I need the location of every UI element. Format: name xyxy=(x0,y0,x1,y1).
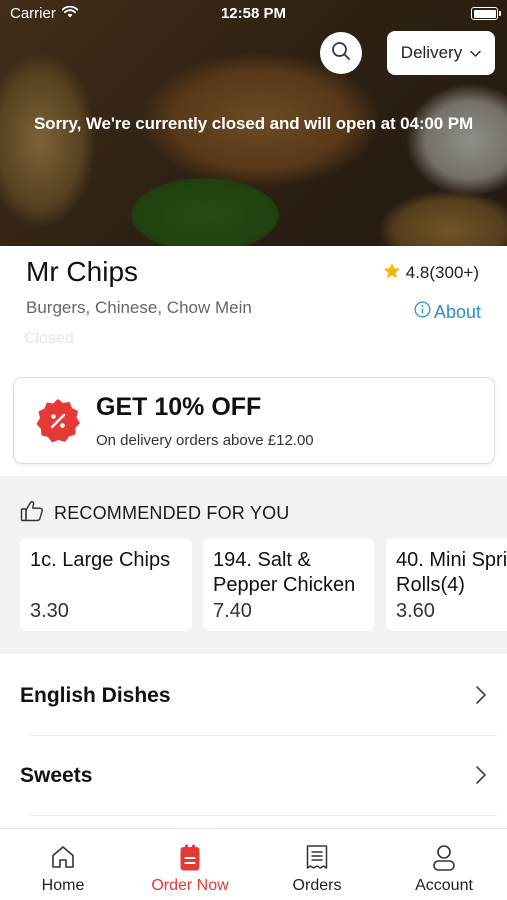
recommended-item-name: 1c. Large Chips xyxy=(30,549,171,571)
restaurant-name: Mr Chips xyxy=(26,256,139,287)
tab-label: Account xyxy=(415,877,473,894)
recommended-item-price: 3.60 xyxy=(396,600,435,622)
recommended-item[interactable]: 194. Salt & Pepper Chicken 7.40 xyxy=(203,538,375,631)
tab-account[interactable]: Account xyxy=(381,829,507,900)
tab-order-now[interactable]: Order Now xyxy=(127,829,253,900)
user-icon xyxy=(432,844,456,877)
recommended-header: RECOMMENDED FOR YOU xyxy=(20,500,289,527)
battery-icon xyxy=(471,7,501,20)
tab-orders[interactable]: Orders xyxy=(254,829,380,900)
category-row-english-dishes[interactable]: English Dishes xyxy=(0,656,507,736)
discount-badge-icon xyxy=(34,397,82,445)
recommended-item-price: 7.40 xyxy=(213,600,252,622)
chevron-right-icon xyxy=(475,765,487,790)
chevron-right-icon xyxy=(475,685,487,710)
rating-value: 4.8(300+) xyxy=(405,263,479,282)
recommended-item[interactable]: 40. Mini Spring Rolls(4) 3.60 xyxy=(386,538,507,631)
status-bar: Carrier 12:58 PM xyxy=(0,0,507,28)
order-bag-icon xyxy=(179,844,201,877)
divider xyxy=(30,815,497,816)
recommended-item-name: 40. Mini Spring Rolls(4) xyxy=(396,549,507,596)
status-time: 12:58 PM xyxy=(220,5,287,22)
open-status-faded: Closed xyxy=(24,330,74,347)
search-icon xyxy=(331,41,351,66)
thumbs-up-icon xyxy=(20,500,44,527)
tab-label: Orders xyxy=(292,877,342,894)
rating: 4.8(300+) xyxy=(383,262,479,284)
recommended-item-price: 3.30 xyxy=(30,600,69,622)
about-label: About xyxy=(433,301,481,322)
recommended-item[interactable]: 1c. Large Chips 3.30 xyxy=(20,538,192,631)
recommended-item-name: 194. Salt & Pepper Chicken xyxy=(213,549,356,596)
category-label: English Dishes xyxy=(20,684,171,707)
cuisine-list: Burgers, Chinese, Chow Mein xyxy=(26,298,252,317)
category-label: Sweets xyxy=(20,764,93,787)
chevron-down-icon xyxy=(470,43,481,63)
tab-label: Home xyxy=(41,877,85,894)
hero-banner: Carrier 12:58 PM Delivery Sorry, We're c… xyxy=(0,0,507,246)
star-icon xyxy=(383,262,401,284)
recommended-section: RECOMMENDED FOR YOU 1c. Large Chips 3.30… xyxy=(0,476,507,654)
recommended-heading: RECOMMENDED FOR YOU xyxy=(54,503,290,523)
bottom-tab-bar: Home Order Now Orders Account xyxy=(0,828,507,900)
tab-home[interactable]: Home xyxy=(0,829,126,900)
delivery-mode-label: Delivery xyxy=(400,43,463,62)
delivery-mode-dropdown[interactable]: Delivery xyxy=(387,31,495,75)
home-icon xyxy=(50,844,76,875)
category-row-sweets[interactable]: Sweets xyxy=(0,736,507,816)
offer-card[interactable]: GET 10% OFF On delivery orders above £12… xyxy=(13,377,495,464)
about-link[interactable]: About xyxy=(414,301,481,323)
closed-message: Sorry, We're currently closed and will o… xyxy=(33,114,474,133)
receipt-icon xyxy=(305,844,329,875)
offer-title: GET 10% OFF xyxy=(96,393,262,421)
info-icon xyxy=(414,301,431,323)
tab-label: Order Now xyxy=(151,877,229,894)
search-button[interactable] xyxy=(320,32,362,74)
offer-subtitle: On delivery orders above £12.00 xyxy=(96,432,314,449)
